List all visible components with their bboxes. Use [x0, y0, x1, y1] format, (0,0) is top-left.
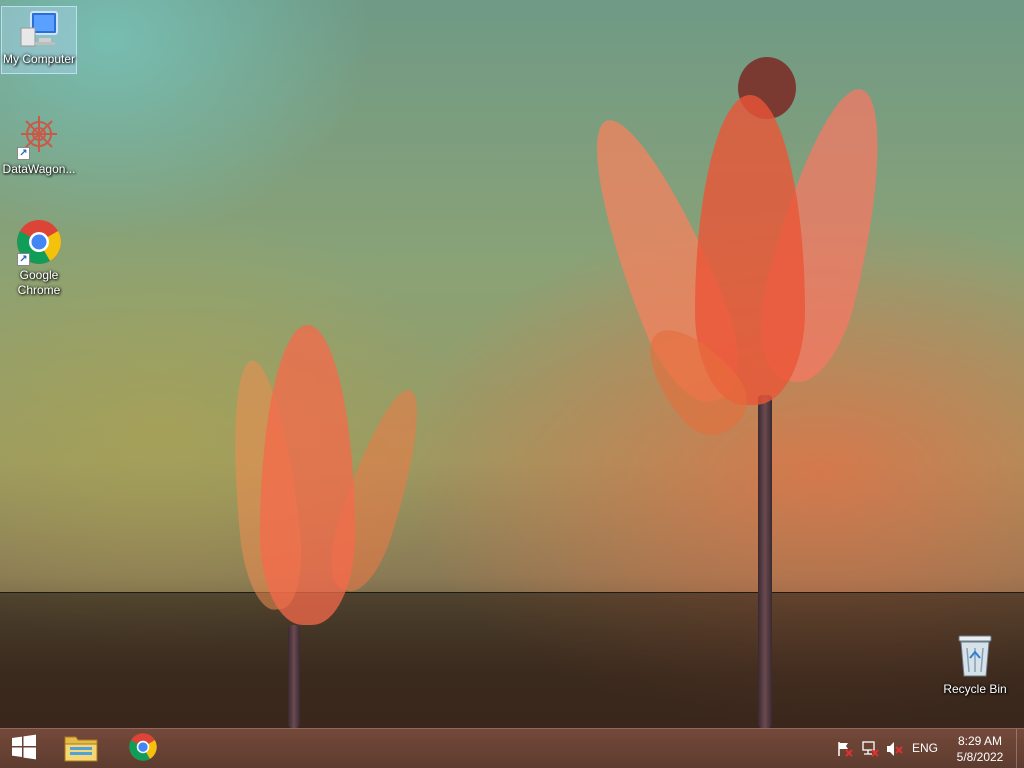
desktop-icon-recycle-bin[interactable]: Recycle Bin	[937, 628, 1013, 697]
input-language-indicator[interactable]: ENG	[912, 741, 938, 755]
shortcut-arrow-icon: ↗	[17, 253, 30, 266]
wallpaper-flower-left	[222, 325, 437, 728]
clock-date: 5/8/2022	[956, 750, 1004, 764]
taskbar-clock[interactable]: 8:29 AM 5/8/2022	[950, 733, 1010, 765]
volume-muted-icon[interactable]	[886, 741, 904, 757]
datawagon-app-icon: ↗	[15, 112, 63, 160]
network-disconnected-icon[interactable]	[861, 741, 879, 757]
shortcut-arrow-icon: ↗	[17, 147, 30, 160]
taskbar-file-explorer-button[interactable]	[56, 729, 106, 768]
wallpaper-flower-right	[566, 55, 905, 728]
taskbar: ENG 8:29 AM 5/8/2022	[0, 728, 1024, 768]
recycle-bin-icon	[955, 632, 995, 680]
computer-icon	[17, 10, 61, 50]
desktop-icon-label: DataWagon...	[2, 162, 76, 176]
start-button[interactable]	[0, 729, 48, 768]
desktop-icon-google-chrome[interactable]: ↗ Google Chrome	[1, 214, 77, 298]
show-desktop-button[interactable]	[1016, 729, 1024, 768]
desktop-icon-label: My Computer	[2, 52, 76, 66]
taskbar-chrome-button[interactable]	[118, 729, 168, 768]
desktop-icon-label: Google Chrome	[17, 268, 61, 297]
chrome-icon: ↗	[15, 218, 63, 266]
folder-icon	[64, 732, 98, 766]
action-center-flag-icon[interactable]	[836, 741, 854, 757]
windows-logo-icon	[11, 734, 37, 764]
chrome-icon	[128, 732, 158, 766]
desktop-icon-my-computer[interactable]: My Computer	[1, 6, 77, 74]
desktop-icon-datawagon[interactable]: ↗ DataWagon...	[1, 108, 77, 177]
clock-time: 8:29 AM	[957, 734, 1003, 748]
desktop-icon-label: Recycle Bin	[943, 682, 1007, 696]
desktop[interactable]: My Computer ↗ DataWagon... ↗ Google Chro…	[0, 0, 1024, 768]
